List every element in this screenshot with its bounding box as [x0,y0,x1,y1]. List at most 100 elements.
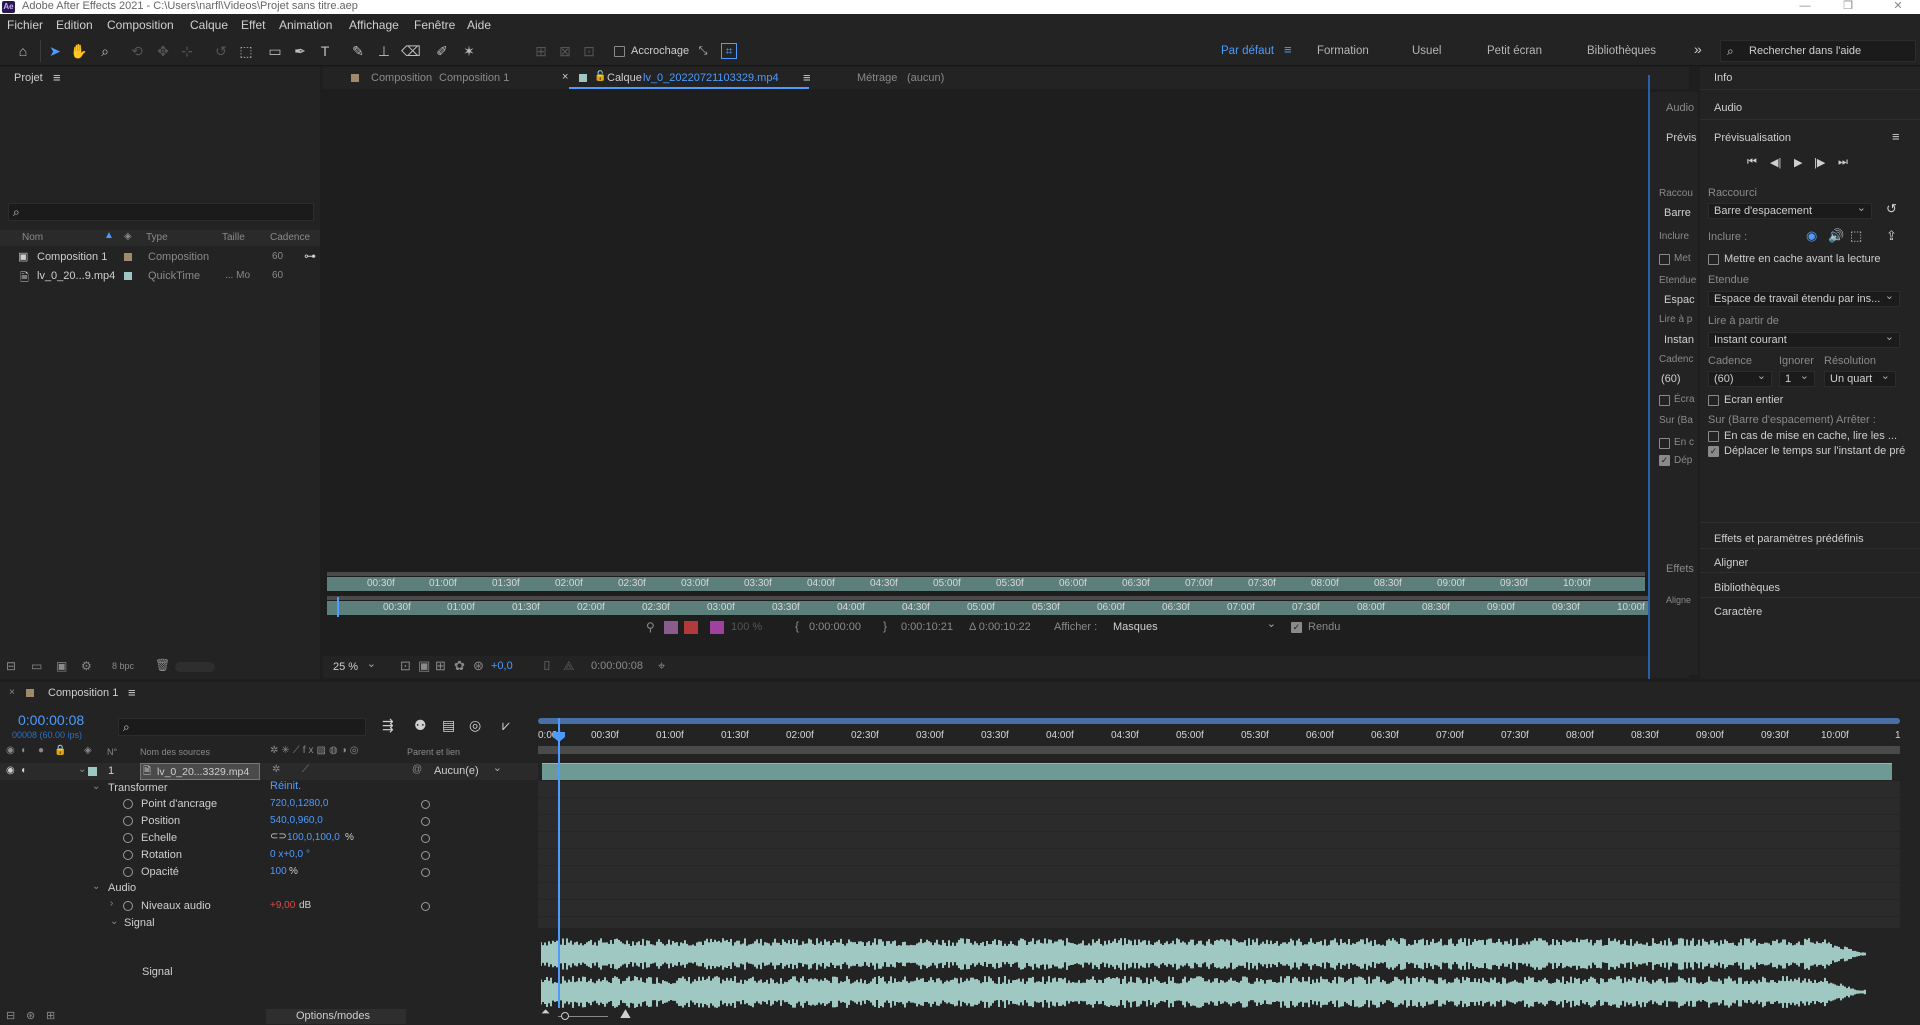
menu-composition[interactable]: Composition [107,18,174,32]
stopwatch-icon[interactable] [123,799,133,809]
last-frame-icon[interactable]: ⏭ [1838,156,1848,169]
parent-dropdown[interactable]: Aucun(e) [428,761,508,779]
new-composition-icon[interactable]: ▣ [56,659,67,673]
frame-blending-icon[interactable]: ▤ [442,717,455,734]
help-search-field[interactable]: ⌕ Rechercher dans l'aide [1720,40,1916,62]
maximize-icon[interactable]: ❐ [1828,0,1868,14]
align-panel-tab[interactable]: Aligner [1714,557,1748,569]
transfer-controls-icon[interactable]: ⊛ [26,1009,35,1022]
label-color-swatch[interactable] [124,272,132,280]
character-panel-tab[interactable]: Caractère [1714,606,1762,618]
menu-fichier[interactable]: Fichier [7,18,43,32]
collapsed-audio[interactable]: Audio [1666,102,1694,114]
transform-chevron-icon[interactable]: ⌄ [92,781,100,792]
quality-switch-icon[interactable]: ⟋ [302,764,309,775]
expression-spiral-icon[interactable] [421,817,430,826]
column-rate[interactable]: Cadence [270,232,310,243]
include-overlays-icon[interactable]: ⬚ [1850,228,1862,244]
rotate-tool-icon[interactable]: ⟲ [128,42,146,60]
current-time-indicator[interactable] [337,597,339,617]
play-from-dropdown[interactable]: Instant courant [1708,330,1900,348]
new-folder-icon[interactable]: ▭ [31,659,42,673]
interpret-footage-icon[interactable]: ⊟ [6,659,16,673]
play-icon[interactable]: ▶ [1794,156,1802,169]
menu-calque[interactable]: Calque [190,18,228,32]
snapping-checkbox[interactable] [614,45,625,57]
collapsed-cache-checkbox[interactable] [1659,253,1670,265]
project-menu-icon[interactable]: ≡ [53,70,61,85]
out-point-icon[interactable]: } [883,619,887,633]
timeline-tab-label[interactable]: Composition 1 [48,687,118,699]
roto-mode-icon[interactable] [684,621,698,634]
in-point-time[interactable]: 0:00:00:00 [809,621,861,633]
trash-icon[interactable]: 🗑 [155,658,170,672]
expression-spiral-icon[interactable] [421,851,430,860]
home-icon[interactable]: ⌂ [14,42,32,60]
menu-edition[interactable]: Edition [56,18,93,32]
next-frame-icon[interactable]: |▶ [1814,156,1825,169]
channels-icon[interactable]: ✿ [454,658,465,674]
expression-spiral-icon[interactable] [421,902,430,911]
toggle-switches-modes-button[interactable]: Options/modes [266,1009,406,1024]
collapsed-preview[interactable]: Prévis [1666,132,1697,144]
workspace-petit-ecran[interactable]: Petit écran [1487,45,1542,57]
minimize-icon[interactable]: — [1785,0,1825,14]
audio-on-icon[interactable]: ◖ [20,765,26,776]
render-time-icon[interactable]: ⊟ [6,1009,15,1022]
magnification-dropdown[interactable]: 25 % [327,657,382,675]
include-audio-icon[interactable]: 🔊 [1828,228,1844,244]
reset-icon[interactable]: ↺ [1886,201,1897,217]
stopwatch-icon[interactable] [123,816,133,826]
work-area-bar[interactable] [538,746,1900,754]
flowchart-icon[interactable]: ⊶ [304,249,316,263]
column-parent[interactable]: Parent et lien [407,747,460,757]
close-icon[interactable]: ✕ [1878,0,1918,14]
first-frame-icon[interactable]: ⏮ [1747,156,1757,169]
graph-editor-icon[interactable]: ⩗ [502,717,510,734]
out-point-time[interactable]: 0:00:10:21 [901,621,953,633]
property-value[interactable]: 0 x+0,0 [270,849,303,860]
project-item[interactable]: 🗎 lv_0_20...9.mp4 QuickTime ... Mo 60 [0,267,320,285]
zoom-slider-thumb[interactable] [561,1012,569,1020]
brush-tool-icon[interactable]: ✎ [349,42,367,60]
toggle-view-icon[interactable]: ⌖ [658,658,665,674]
constrain-link-icon[interactable]: ⊂⊃ [270,831,287,842]
close-tab-icon[interactable]: × [562,71,568,83]
zoom-in-icon[interactable]: ⛰ [620,1006,631,1022]
export-icon[interactable]: ⇪ [1886,228,1897,244]
collapsed-if-cached-checkbox[interactable] [1659,437,1670,449]
timeline-search-field[interactable]: ⌕ [118,718,366,736]
thumbnail-slider[interactable] [175,662,215,672]
puppet-pin-icon[interactable]: ⚲ [646,620,655,634]
shortcut-dropdown[interactable]: Barre d'espacement [1708,201,1872,219]
solo-switch-icon[interactable]: ● [38,745,44,756]
grid-icon[interactable]: ⊞ [435,658,446,674]
camera-tool-icon[interactable]: ✥ [154,42,172,60]
safe-margins-icon[interactable]: ▣ [418,658,430,674]
move-time-checkbox[interactable]: ✓ [1708,445,1719,457]
previous-frame-icon[interactable]: ◀| [1770,156,1781,169]
workspace-par-defaut[interactable]: Par défaut [1221,45,1274,57]
expand-chevron-icon[interactable]: ⌄ [78,764,86,775]
fullscreen-checkbox[interactable] [1708,394,1719,406]
work-area-bar[interactable] [327,596,1689,600]
property-value[interactable]: 540,0,960,0 [270,815,323,826]
layer-ruler-top[interactable]: 00:30f 01:00f 01:30f 02:00f 02:30f 03:00… [327,577,1645,591]
cache-checkbox[interactable] [1708,253,1719,265]
expression-spiral-icon[interactable] [421,868,430,877]
layer-bar[interactable] [542,763,1892,780]
collapsed-rate-value[interactable]: (60) [1661,373,1681,385]
pickwhip-icon[interactable]: @ [412,764,422,775]
view-axis-icon[interactable]: ⊡ [580,42,598,60]
menu-affichage[interactable]: Affichage [349,18,399,32]
audio-panel-tab[interactable]: Audio [1714,102,1742,114]
video-switch-icon[interactable]: ◉ [6,745,15,756]
zoom-out-icon[interactable]: ⏶ [541,1006,550,1019]
stopwatch-icon[interactable] [123,850,133,860]
layer-row[interactable]: ◉ ◖ ⌄ 1 🗎 lv_0_20...3329.mp4 ✲ ⟋ @ Aucun… [0,761,538,780]
overlay-opacity[interactable]: 100 % [731,621,762,633]
transform-label[interactable]: Transformer [108,782,168,794]
text-tool-icon[interactable]: T [316,42,334,60]
more-workspaces-icon[interactable]: » [1694,41,1702,57]
expression-spiral-icon[interactable] [421,834,430,843]
